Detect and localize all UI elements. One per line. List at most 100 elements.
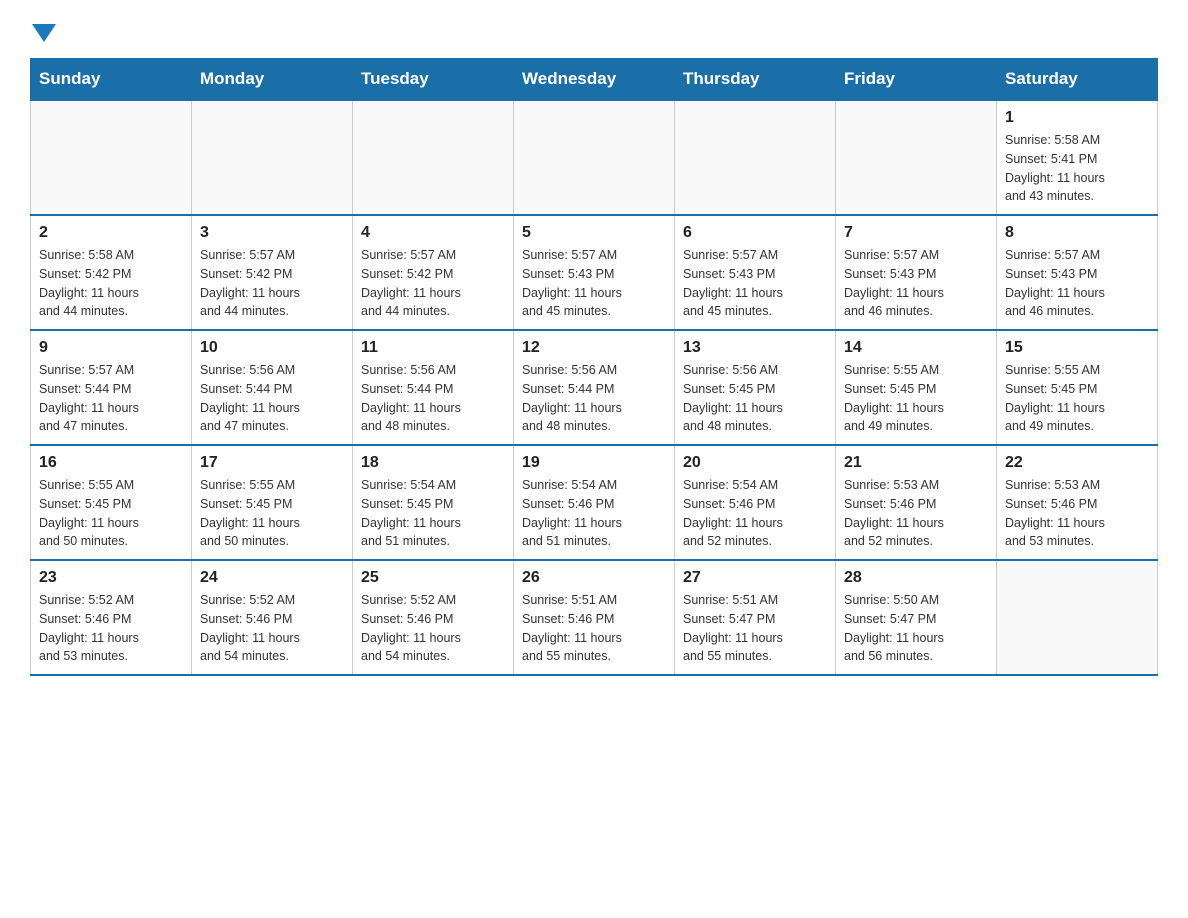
calendar-header-saturday: Saturday: [997, 59, 1158, 101]
calendar-cell: 26 Sunrise: 5:51 AM Sunset: 5:46 PM Dayli…: [514, 560, 675, 675]
day-number: 17: [200, 454, 344, 472]
day-info: Sunrise: 5:53 AM Sunset: 5:46 PM Dayligh…: [844, 476, 988, 551]
logo: [30, 20, 56, 38]
day-info: Sunrise: 5:52 AM Sunset: 5:46 PM Dayligh…: [361, 591, 505, 666]
calendar-header-sunday: Sunday: [31, 59, 192, 101]
calendar-cell: [836, 100, 997, 215]
calendar-cell: 6 Sunrise: 5:57 AM Sunset: 5:43 PM Daylig…: [675, 215, 836, 330]
day-info: Sunrise: 5:55 AM Sunset: 5:45 PM Dayligh…: [200, 476, 344, 551]
logo-general-text: [30, 20, 56, 42]
day-info: Sunrise: 5:54 AM Sunset: 5:46 PM Dayligh…: [683, 476, 827, 551]
calendar-cell: [675, 100, 836, 215]
calendar-cell: 8 Sunrise: 5:57 AM Sunset: 5:43 PM Daylig…: [997, 215, 1158, 330]
day-number: 24: [200, 569, 344, 587]
calendar-cell: 23 Sunrise: 5:52 AM Sunset: 5:46 PM Dayli…: [31, 560, 192, 675]
day-info: Sunrise: 5:55 AM Sunset: 5:45 PM Dayligh…: [1005, 361, 1149, 436]
day-info: Sunrise: 5:52 AM Sunset: 5:46 PM Dayligh…: [39, 591, 183, 666]
day-number: 15: [1005, 339, 1149, 357]
calendar-cell: 10 Sunrise: 5:56 AM Sunset: 5:44 PM Dayli…: [192, 330, 353, 445]
day-number: 19: [522, 454, 666, 472]
calendar-week-row: 16 Sunrise: 5:55 AM Sunset: 5:45 PM Dayli…: [31, 445, 1158, 560]
calendar-cell: [31, 100, 192, 215]
day-info: Sunrise: 5:51 AM Sunset: 5:47 PM Dayligh…: [683, 591, 827, 666]
calendar-header-row: SundayMondayTuesdayWednesdayThursdayFrid…: [31, 59, 1158, 101]
calendar-header-thursday: Thursday: [675, 59, 836, 101]
calendar-cell: 18Sunrise: 5:54 AM Sunset: 5:45 PM Dayli…: [353, 445, 514, 560]
day-number: 1: [1005, 109, 1149, 127]
day-number: 21: [844, 454, 988, 472]
calendar-cell: [514, 100, 675, 215]
calendar-week-row: 23 Sunrise: 5:52 AM Sunset: 5:46 PM Dayli…: [31, 560, 1158, 675]
day-number: 8: [1005, 224, 1149, 242]
day-number: 12: [522, 339, 666, 357]
day-number: 26: [522, 569, 666, 587]
day-info: Sunrise: 5:56 AM Sunset: 5:44 PM Dayligh…: [200, 361, 344, 436]
calendar-table: SundayMondayTuesdayWednesdayThursdayFrid…: [30, 58, 1158, 676]
day-info: Sunrise: 5:55 AM Sunset: 5:45 PM Dayligh…: [39, 476, 183, 551]
day-number: 18: [361, 454, 505, 472]
day-number: 22: [1005, 454, 1149, 472]
day-number: 7: [844, 224, 988, 242]
day-number: 9: [39, 339, 183, 357]
day-number: 4: [361, 224, 505, 242]
calendar-cell: 9Sunrise: 5:57 AM Sunset: 5:44 PM Daylig…: [31, 330, 192, 445]
day-number: 6: [683, 224, 827, 242]
day-number: 20: [683, 454, 827, 472]
day-info: Sunrise: 5:57 AM Sunset: 5:43 PM Dayligh…: [1005, 246, 1149, 321]
calendar-cell: 2Sunrise: 5:58 AM Sunset: 5:42 PM Daylig…: [31, 215, 192, 330]
calendar-cell: 1 Sunrise: 5:58 AM Sunset: 5:41 PM Daylig…: [997, 100, 1158, 215]
calendar-header-monday: Monday: [192, 59, 353, 101]
day-info: Sunrise: 5:57 AM Sunset: 5:42 PM Dayligh…: [361, 246, 505, 321]
day-number: 28: [844, 569, 988, 587]
calendar-cell: [997, 560, 1158, 675]
day-info: Sunrise: 5:57 AM Sunset: 5:42 PM Dayligh…: [200, 246, 344, 321]
calendar-cell: 25Sunrise: 5:52 AM Sunset: 5:46 PM Dayli…: [353, 560, 514, 675]
day-number: 16: [39, 454, 183, 472]
day-number: 2: [39, 224, 183, 242]
day-number: 14: [844, 339, 988, 357]
calendar-cell: 14 Sunrise: 5:55 AM Sunset: 5:45 PM Dayli…: [836, 330, 997, 445]
day-number: 13: [683, 339, 827, 357]
calendar-cell: 16 Sunrise: 5:55 AM Sunset: 5:45 PM Dayli…: [31, 445, 192, 560]
day-number: 11: [361, 339, 505, 357]
calendar-cell: [353, 100, 514, 215]
day-info: Sunrise: 5:56 AM Sunset: 5:44 PM Dayligh…: [361, 361, 505, 436]
calendar-cell: 13 Sunrise: 5:56 AM Sunset: 5:45 PM Dayli…: [675, 330, 836, 445]
calendar-cell: 19 Sunrise: 5:54 AM Sunset: 5:46 PM Dayli…: [514, 445, 675, 560]
day-info: Sunrise: 5:55 AM Sunset: 5:45 PM Dayligh…: [844, 361, 988, 436]
calendar-week-row: 9Sunrise: 5:57 AM Sunset: 5:44 PM Daylig…: [31, 330, 1158, 445]
day-info: Sunrise: 5:56 AM Sunset: 5:44 PM Dayligh…: [522, 361, 666, 436]
day-info: Sunrise: 5:58 AM Sunset: 5:41 PM Dayligh…: [1005, 131, 1149, 206]
calendar-cell: 3 Sunrise: 5:57 AM Sunset: 5:42 PM Daylig…: [192, 215, 353, 330]
calendar-cell: 20 Sunrise: 5:54 AM Sunset: 5:46 PM Dayli…: [675, 445, 836, 560]
page-header: [30, 20, 1158, 38]
calendar-cell: 5 Sunrise: 5:57 AM Sunset: 5:43 PM Daylig…: [514, 215, 675, 330]
calendar-cell: 12 Sunrise: 5:56 AM Sunset: 5:44 PM Dayli…: [514, 330, 675, 445]
calendar-cell: 11 Sunrise: 5:56 AM Sunset: 5:44 PM Dayli…: [353, 330, 514, 445]
calendar-cell: 15 Sunrise: 5:55 AM Sunset: 5:45 PM Dayli…: [997, 330, 1158, 445]
day-number: 27: [683, 569, 827, 587]
calendar-cell: 7Sunrise: 5:57 AM Sunset: 5:43 PM Daylig…: [836, 215, 997, 330]
calendar-header-wednesday: Wednesday: [514, 59, 675, 101]
calendar-cell: 22 Sunrise: 5:53 AM Sunset: 5:46 PM Dayli…: [997, 445, 1158, 560]
day-info: Sunrise: 5:52 AM Sunset: 5:46 PM Dayligh…: [200, 591, 344, 666]
day-info: Sunrise: 5:57 AM Sunset: 5:43 PM Dayligh…: [522, 246, 666, 321]
calendar-header-tuesday: Tuesday: [353, 59, 514, 101]
day-number: 3: [200, 224, 344, 242]
calendar-cell: 17 Sunrise: 5:55 AM Sunset: 5:45 PM Dayli…: [192, 445, 353, 560]
day-info: Sunrise: 5:57 AM Sunset: 5:43 PM Dayligh…: [683, 246, 827, 321]
day-info: Sunrise: 5:54 AM Sunset: 5:46 PM Dayligh…: [522, 476, 666, 551]
day-number: 10: [200, 339, 344, 357]
logo-arrow-icon: [32, 24, 56, 42]
day-info: Sunrise: 5:53 AM Sunset: 5:46 PM Dayligh…: [1005, 476, 1149, 551]
day-number: 5: [522, 224, 666, 242]
day-info: Sunrise: 5:56 AM Sunset: 5:45 PM Dayligh…: [683, 361, 827, 436]
calendar-cell: 21 Sunrise: 5:53 AM Sunset: 5:46 PM Dayli…: [836, 445, 997, 560]
calendar-cell: 24 Sunrise: 5:52 AM Sunset: 5:46 PM Dayli…: [192, 560, 353, 675]
calendar-week-row: 1 Sunrise: 5:58 AM Sunset: 5:41 PM Daylig…: [31, 100, 1158, 215]
day-number: 23: [39, 569, 183, 587]
calendar-header-friday: Friday: [836, 59, 997, 101]
calendar-cell: 28 Sunrise: 5:50 AM Sunset: 5:47 PM Dayli…: [836, 560, 997, 675]
day-info: Sunrise: 5:51 AM Sunset: 5:46 PM Dayligh…: [522, 591, 666, 666]
day-info: Sunrise: 5:50 AM Sunset: 5:47 PM Dayligh…: [844, 591, 988, 666]
